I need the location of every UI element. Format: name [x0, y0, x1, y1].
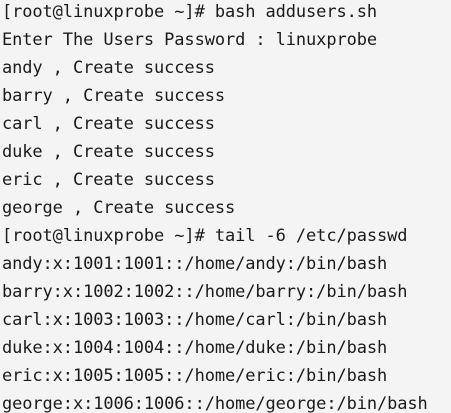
output-line: carl:x:1003:1003::/home/carl:/bin/bash: [2, 310, 388, 330]
output-line: duke:x:1004:1004::/home/duke:/bin/bash: [2, 338, 388, 358]
output-line: andy:x:1001:1001::/home/andy:/bin/bash: [2, 254, 388, 274]
terminal-output: [root@linuxprobe ~]# bash addusers.sh En…: [0, 0, 451, 413]
output-line: Enter The Users Password : linuxprobe: [2, 30, 377, 50]
output-line: eric:x:1005:1005::/home/eric:/bin/bash: [2, 366, 388, 386]
prompt-line: [root@linuxprobe ~]# tail -6 /etc/passwd: [2, 226, 408, 246]
output-line: george , Create success: [2, 198, 236, 218]
prompt-line: [root@linuxprobe ~]# bash addusers.sh: [2, 2, 377, 22]
output-line: duke , Create success: [2, 142, 215, 162]
output-line: george:x:1006:1006::/home/george:/bin/ba…: [2, 394, 428, 413]
output-line: barry:x:1002:1002::/home/barry:/bin/bash: [2, 282, 408, 302]
output-line: andy , Create success: [2, 58, 215, 78]
output-line: eric , Create success: [2, 170, 215, 190]
output-line: carl , Create success: [2, 114, 215, 134]
output-line: barry , Create success: [2, 86, 225, 106]
